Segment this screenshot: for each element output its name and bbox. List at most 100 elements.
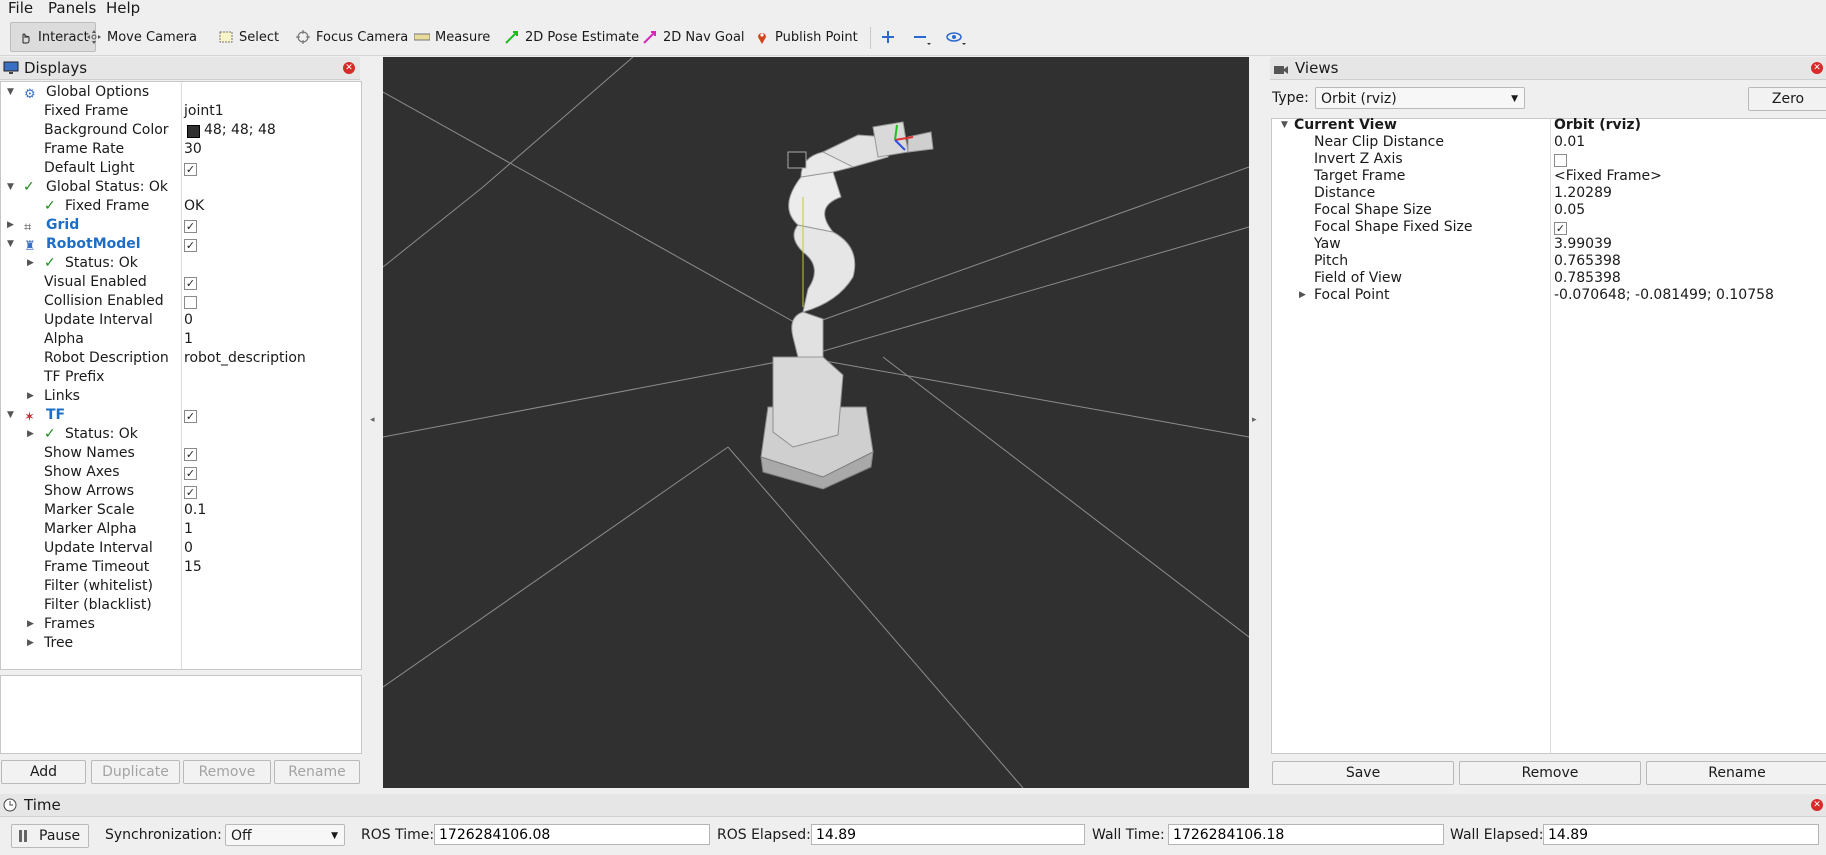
display-row[interactable]: Filter (whitelist) (1, 577, 359, 596)
chevron-down-icon[interactable]: ▼ (7, 83, 14, 102)
checkbox-unchecked[interactable] (184, 296, 197, 309)
display-row[interactable]: Collision Enabled (1, 292, 359, 311)
measure-tool[interactable]: Measure (413, 25, 490, 49)
checkbox-checked[interactable]: ✓ (184, 239, 197, 252)
add-button[interactable]: Add (1, 760, 86, 784)
checkbox-checked[interactable]: ✓ (184, 163, 197, 176)
select-tool[interactable]: Select (218, 25, 279, 49)
chevron-down-icon[interactable]: ▼ (1281, 117, 1288, 134)
display-row[interactable]: Fixed Frame joint1 (1, 102, 359, 121)
right-splitter-handle[interactable]: ▸ (1252, 415, 1257, 425)
menu-help[interactable]: Help (106, 0, 140, 17)
chevron-down-icon[interactable]: ▼ (7, 406, 14, 425)
chevron-right-icon[interactable]: ▶ (27, 634, 34, 653)
view-property-value[interactable]: -0.070648; -0.081499; 0.10758 (1554, 287, 1774, 304)
checkbox-checked[interactable]: ✓ (184, 277, 197, 290)
display-row[interactable]: Default Light ✓ (1, 159, 359, 178)
remove-view-button[interactable]: Remove (1459, 761, 1641, 785)
display-row-value[interactable]: 1 (184, 330, 193, 349)
view-property-row[interactable]: Near Clip Distance 0.01 (1272, 134, 1825, 151)
display-row-value[interactable]: 1 (184, 520, 193, 539)
checkbox-unchecked[interactable] (1554, 154, 1567, 167)
display-row[interactable]: Alpha 1 (1, 330, 359, 349)
nav-goal-tool[interactable]: 2D Nav Goal (642, 25, 745, 49)
menu-file[interactable]: File (8, 0, 33, 17)
view-property-row[interactable]: Target Frame <Fixed Frame> (1272, 168, 1825, 185)
chevron-right-icon[interactable]: ▶ (1299, 287, 1306, 304)
display-row[interactable]: Show Axes ✓ (1, 463, 359, 482)
close-icon[interactable]: ✕ (1811, 799, 1823, 811)
display-row[interactable]: Visual Enabled ✓ (1, 273, 359, 292)
display-row[interactable]: ▶ ⌗ Grid ✓ (1, 216, 359, 235)
view-property-value[interactable]: 3.99039 (1554, 236, 1612, 253)
wall-time-field[interactable] (1168, 824, 1444, 845)
ros-elapsed-field[interactable] (811, 824, 1085, 845)
close-icon[interactable]: ✕ (1811, 62, 1823, 74)
sync-select[interactable]: Off ▼ (225, 824, 345, 846)
display-row[interactable]: Update Interval 0 (1, 539, 359, 558)
checkbox-checked[interactable]: ✓ (184, 467, 197, 480)
display-row-value[interactable]: robot_description (184, 349, 306, 368)
view-property-row[interactable]: Distance 1.20289 (1272, 185, 1825, 202)
display-row[interactable]: ▶ Tree (1, 634, 359, 653)
view-property-row[interactable]: Invert Z Axis (1272, 151, 1825, 168)
move-camera-tool[interactable]: Move Camera (86, 25, 197, 49)
duplicate-button[interactable]: Duplicate (91, 760, 180, 784)
display-row[interactable]: ▼ ♜ RobotModel ✓ (1, 235, 359, 254)
close-icon[interactable]: ✕ (343, 62, 355, 74)
view-property-value[interactable]: 0.765398 (1554, 253, 1621, 270)
chevron-right-icon[interactable]: ▶ (27, 387, 34, 406)
view-property-row[interactable]: Focal Shape Fixed Size ✓ (1272, 219, 1825, 236)
view-property-value[interactable]: 1.20289 (1554, 185, 1612, 202)
rename-view-button[interactable]: Rename (1646, 761, 1826, 785)
chevron-right-icon[interactable]: ▶ (27, 615, 34, 634)
interact-tool[interactable]: Interact (10, 22, 96, 52)
display-row[interactable]: ▼ ✶ TF ✓ (1, 406, 359, 425)
remove-tool-minus-icon[interactable] (912, 29, 932, 51)
chevron-right-icon[interactable]: ▶ (27, 425, 34, 444)
focus-camera-tool[interactable]: Focus Camera (295, 25, 408, 49)
display-row[interactable]: ▼ ⚙ Global Options (1, 83, 359, 102)
checkbox-checked[interactable]: ✓ (184, 410, 197, 423)
display-row-value[interactable]: 15 (184, 558, 202, 577)
3d-viewport[interactable] (383, 57, 1249, 788)
display-row-value[interactable]: 0 (184, 311, 193, 330)
view-property-row[interactable]: Field of View 0.785398 (1272, 270, 1825, 287)
rename-display-button[interactable]: Rename (274, 760, 360, 784)
display-row[interactable]: ▶ Frames (1, 615, 359, 634)
checkbox-checked[interactable]: ✓ (184, 220, 197, 233)
display-row-value[interactable]: 0.1 (184, 501, 206, 520)
display-row[interactable]: ✓ Fixed Frame OK (1, 197, 359, 216)
menu-panels[interactable]: Panels (48, 0, 96, 17)
view-property-value[interactable]: Orbit (rviz) (1554, 117, 1641, 134)
display-row[interactable]: Frame Timeout 15 (1, 558, 359, 577)
display-row-value[interactable]: OK (184, 197, 204, 216)
display-row-value[interactable]: 48; 48; 48 (204, 121, 276, 140)
publish-point-tool[interactable]: Publish Point (754, 25, 858, 49)
display-row[interactable]: Marker Scale 0.1 (1, 501, 359, 520)
display-row-value[interactable]: 30 (184, 140, 202, 159)
display-row[interactable]: Update Interval 0 (1, 311, 359, 330)
checkbox-checked[interactable]: ✓ (1554, 222, 1567, 235)
pose-estimate-tool[interactable]: 2D Pose Estimate (504, 25, 639, 49)
display-row-value[interactable]: 0 (184, 539, 193, 558)
left-splitter-handle[interactable]: ◂ (370, 415, 375, 425)
add-tool-plus-icon[interactable] (880, 29, 896, 49)
display-row[interactable]: ▶ ✓ Status: Ok (1, 425, 359, 444)
view-property-row[interactable]: ▶ Focal Point -0.070648; -0.081499; 0.1075… (1272, 287, 1825, 304)
display-row[interactable]: Background Color 48; 48; 48 (1, 121, 359, 140)
view-property-row[interactable]: Focal Shape Size 0.05 (1272, 202, 1825, 219)
view-property-value[interactable]: <Fixed Frame> (1554, 168, 1662, 185)
chevron-right-icon[interactable]: ▶ (27, 254, 34, 273)
display-row-value[interactable]: joint1 (184, 102, 224, 121)
wall-elapsed-field[interactable] (1543, 824, 1819, 845)
save-view-button[interactable]: Save (1272, 761, 1454, 785)
eye-visibility-icon[interactable] (946, 29, 968, 51)
view-property-value[interactable]: 0.01 (1554, 134, 1585, 151)
display-row[interactable]: Frame Rate 30 (1, 140, 359, 159)
pause-button[interactable]: Pause (11, 824, 89, 848)
chevron-down-icon[interactable]: ▼ (7, 235, 14, 254)
view-property-row[interactable]: ▼ Current View Orbit (rviz) (1272, 117, 1825, 134)
chevron-down-icon[interactable]: ▼ (7, 178, 14, 197)
display-row[interactable]: Marker Alpha 1 (1, 520, 359, 539)
